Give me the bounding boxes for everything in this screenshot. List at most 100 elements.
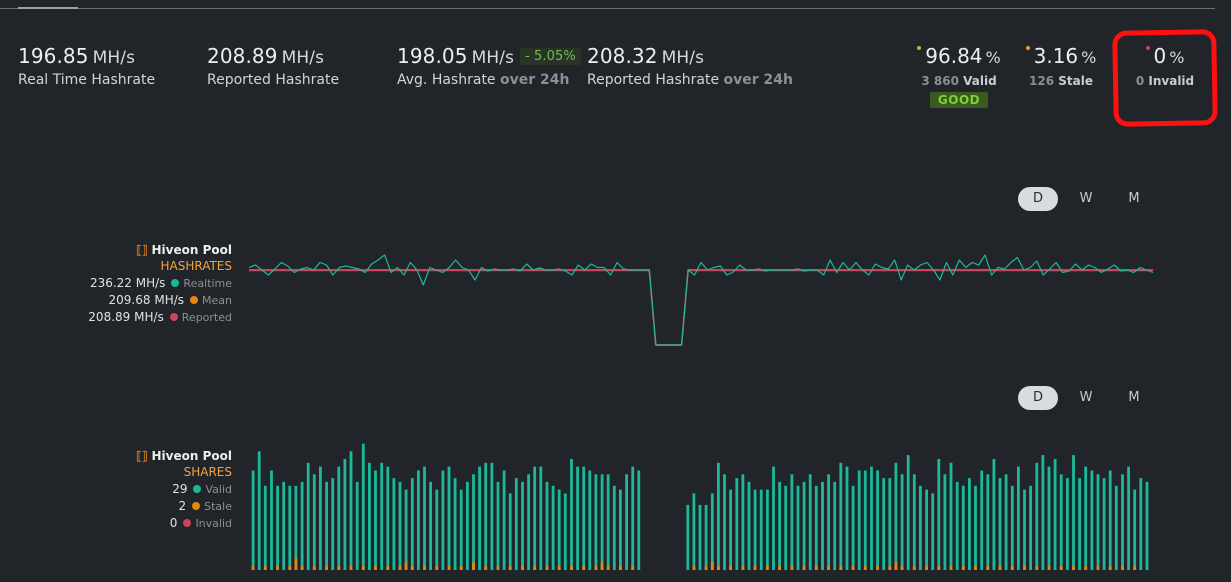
valid-bar [766, 489, 769, 570]
valid-bar [704, 504, 708, 570]
legend-reported-value: 208.89 MH/s [88, 310, 164, 324]
valid-bar [772, 466, 775, 570]
shares-bar-chart[interactable] [250, 436, 1150, 570]
valid-bar [747, 481, 751, 570]
stale-bar [337, 566, 341, 570]
stale-bar [863, 566, 867, 570]
valid-bar [1145, 481, 1149, 570]
valid-bar [625, 474, 628, 570]
valid-bar [968, 478, 971, 570]
hiveon-logo-icon: ⟦⟧ [135, 243, 148, 257]
shares-toggle-week[interactable]: W [1066, 386, 1106, 410]
valid-bar [1035, 462, 1039, 570]
valid-bar [539, 466, 543, 570]
shares-legend-subtitle: SHARES [183, 465, 232, 479]
stale-shares-unit: % [1081, 48, 1097, 67]
avg-hashrate-stat: 198.05 MH/s - 5.05% Avg. Hashrate over 24h [397, 44, 581, 88]
hashrate-toggle-day[interactable]: D [1018, 187, 1058, 211]
valid-bar [270, 470, 273, 570]
stale-bar [423, 566, 426, 570]
stale-bar [814, 566, 818, 570]
stale-bar [349, 566, 353, 570]
stale-bar [894, 562, 898, 570]
valid-bar [931, 493, 935, 570]
avg-hashrate-period: over 24h [500, 72, 570, 88]
legend-realtime-name: Realtime [183, 277, 232, 290]
invalid-dot-icon [183, 519, 192, 527]
legend-realtime-value: 236.22 MH/s [89, 276, 166, 290]
valid-bar [1084, 466, 1088, 570]
hashrate-toggle-week[interactable]: W [1066, 187, 1106, 211]
stale-bar [1072, 566, 1075, 570]
shares-toggle-day[interactable]: D [1018, 386, 1058, 410]
reported-hashrate-stat: 208.89 MH/s Reported Hashrate [207, 44, 339, 88]
stale-bar [533, 566, 537, 570]
valid-bar [851, 485, 855, 570]
valid-bar [361, 443, 365, 570]
valid-bar [423, 466, 426, 570]
stale-bar [1035, 566, 1039, 570]
legend-mean-name: Mean [202, 294, 232, 307]
valid-bar [992, 459, 996, 570]
stale-bar [1047, 566, 1051, 570]
valid-bar [796, 485, 800, 570]
valid-bar [300, 481, 304, 570]
valid-bar [686, 504, 690, 570]
valid-bar [1102, 478, 1106, 570]
valid-bar [508, 493, 512, 570]
stale-bar [600, 562, 604, 570]
reported-avg-hashrate-period: over 24h [723, 72, 793, 88]
valid-bar [1133, 489, 1137, 570]
stale-bar [986, 566, 990, 570]
valid-bar [1017, 466, 1020, 570]
valid-bar [533, 466, 537, 570]
valid-bar [894, 462, 898, 570]
valid-bar [912, 474, 916, 570]
reported-hashrate-value: 208.89 [207, 44, 278, 68]
valid-bar [778, 481, 781, 570]
stale-bar [710, 562, 714, 570]
stale-bar [361, 566, 365, 570]
valid-bar [808, 474, 812, 570]
valid-bar [441, 470, 445, 570]
shares-quality-badge: GOOD [929, 92, 989, 108]
hashrate-legend: ⟦⟧ Hiveon Pool HASHRATES 236.22 MH/s Realt… [60, 243, 232, 324]
valid-bar [374, 470, 377, 570]
shares-toggle-month[interactable]: M [1114, 386, 1154, 410]
hashrate-toggle-month[interactable]: M [1114, 187, 1154, 211]
valid-bar [833, 481, 837, 570]
valid-bar [870, 466, 873, 570]
valid-bar [404, 489, 408, 570]
valid-bar [472, 474, 475, 570]
valid-bar [594, 474, 598, 570]
hashrate-line-chart[interactable] [248, 245, 1154, 355]
stale-bar [582, 566, 586, 570]
avg-hashrate-label: Avg. Hashrate [397, 72, 496, 88]
stale-bar [276, 566, 279, 570]
stale-bar [1096, 566, 1100, 570]
valid-bar [980, 470, 984, 570]
valid-bar [612, 485, 616, 570]
valid-bar [802, 481, 806, 570]
reported-avg-hashrate-label: Reported Hashrate [587, 72, 720, 88]
stale-bar [1108, 566, 1112, 570]
valid-dot-icon [917, 46, 922, 50]
valid-bar [392, 478, 396, 570]
valid-bar [459, 489, 463, 570]
valid-bar [845, 466, 849, 570]
hiveon-logo-icon: ⟦⟧ [135, 449, 148, 463]
stale-bar [704, 566, 708, 570]
stale-bar [594, 566, 598, 570]
valid-bar [484, 462, 488, 570]
valid-bar [288, 485, 292, 570]
valid-bar [453, 478, 457, 570]
valid-bar [282, 481, 286, 570]
stale-bar [447, 566, 451, 570]
stale-bar [386, 566, 390, 570]
valid-bar [961, 485, 965, 570]
valid-bar [386, 466, 390, 570]
stale-bar [251, 566, 255, 570]
reported-hashrate-unit: MH/s [281, 48, 325, 68]
stale-bar [263, 566, 267, 570]
legend-valid-value: 29 [172, 482, 188, 496]
